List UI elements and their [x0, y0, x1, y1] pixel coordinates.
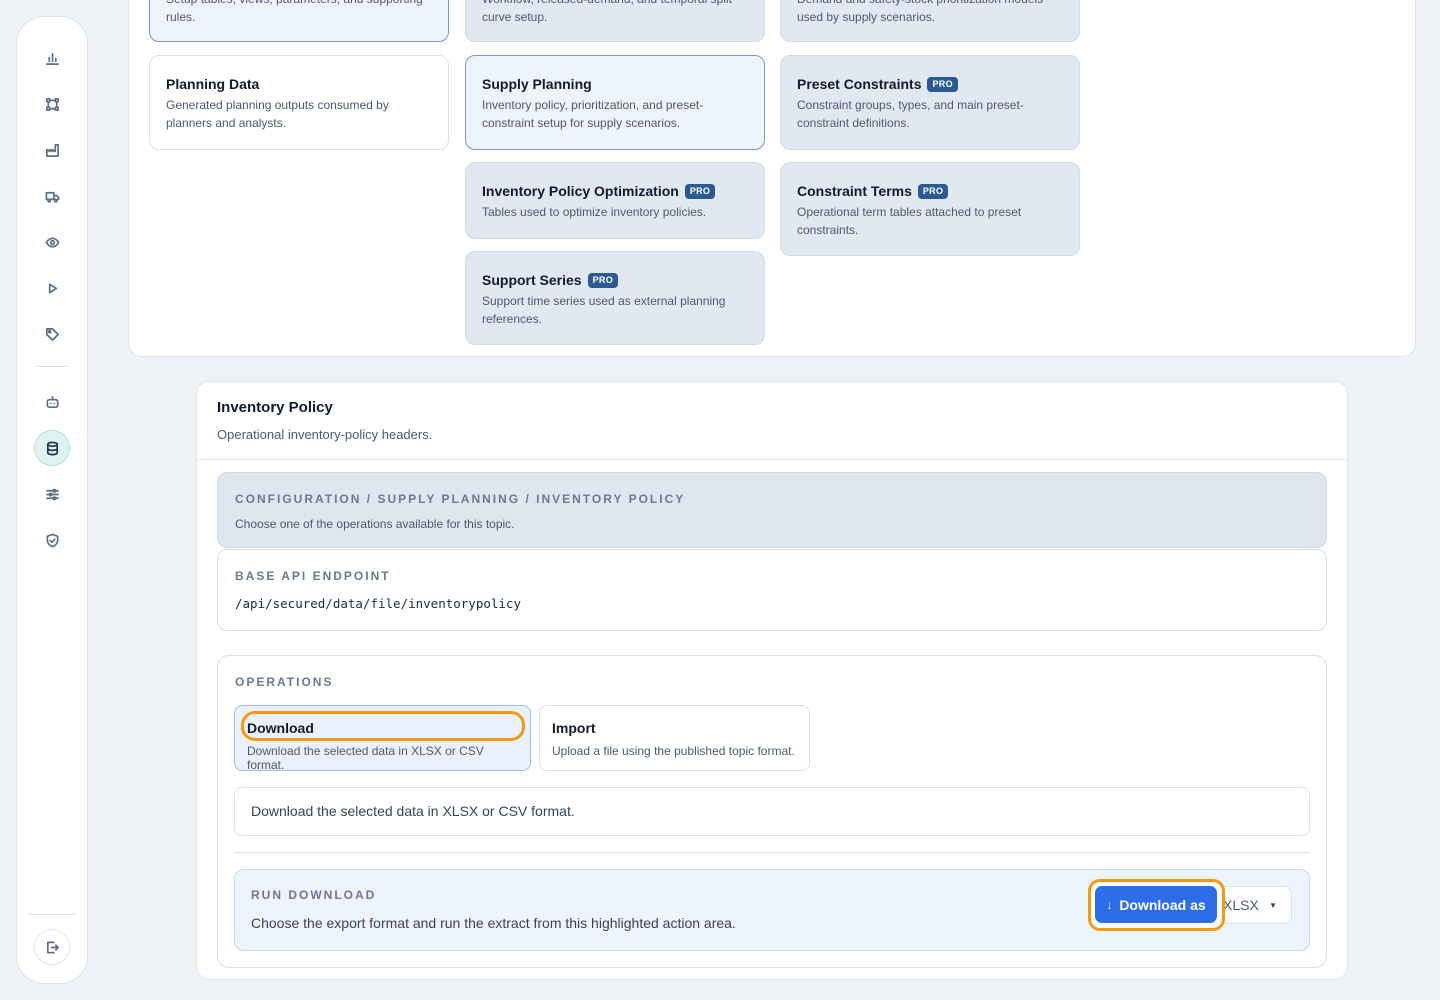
flow-icon — [45, 97, 59, 111]
bot-icon — [46, 395, 58, 408]
topic-card-support-series[interactable]: Support Series PRO Support time series us… — [465, 251, 765, 345]
download-as-button[interactable]: ↓ Download as — [1095, 886, 1217, 923]
logout-button[interactable] — [34, 929, 70, 965]
chart-icon — [45, 52, 59, 65]
play-icon — [48, 282, 57, 294]
pro-badge: PRO — [587, 272, 618, 288]
transport-nav-button[interactable] — [34, 178, 70, 214]
analytics-nav-button[interactable] — [34, 40, 70, 76]
factory-icon — [45, 143, 59, 157]
topic-card-desc: Tables used to optimize inventory polici… — [482, 205, 707, 219]
operations-label: OPERATIONS — [235, 675, 334, 689]
topic-card-constraint-terms[interactable]: Constraint Terms PRO Operational term tab… — [780, 162, 1080, 256]
topic-card-planning-data[interactable]: Planning Data Generated planning outputs… — [149, 55, 449, 150]
settings-nav-button[interactable] — [34, 476, 70, 512]
topic-card-preset-constraints[interactable]: Preset Constraints PRO Constraint groups,… — [780, 55, 1080, 150]
topic-card-desc: Operational term tables attached to pres… — [797, 205, 1022, 237]
topic-card-desc: Inventory policy, prioritization, and pr… — [482, 98, 704, 130]
topic-card-desc: Generated planning outputs consumed by p… — [166, 98, 389, 130]
production-nav-button[interactable] — [34, 132, 70, 168]
data-nav-button[interactable] — [34, 430, 70, 466]
topic-card-desc: Workflow, released-demand, and temporal … — [482, 0, 732, 24]
page-title: Inventory Policy — [217, 399, 333, 416]
operations-divider — [234, 852, 1310, 853]
topic-card-prioritization[interactable]: Demand and safety-stock prioritization m… — [780, 0, 1080, 42]
header-divider — [197, 459, 1347, 460]
page-subtitle: Operational inventory-policy headers. — [217, 427, 433, 442]
sidebar — [16, 16, 88, 984]
operation-desc: Download the selected data in XLSX or CS… — [247, 744, 484, 772]
network-nav-button[interactable] — [34, 86, 70, 122]
monitoring-nav-button[interactable] — [34, 224, 70, 260]
pricing-nav-button[interactable] — [34, 316, 70, 352]
topic-card-desc: Demand and safety-stock prioritization m… — [797, 0, 1043, 24]
operation-desc: Upload a file using the published topic … — [552, 744, 795, 758]
breadcrumb-path: CONFIGURATION / SUPPLY PLANNING / INVENT… — [235, 492, 686, 506]
topic-card-title: Supply Planning — [482, 76, 592, 92]
download-button-label: Download as — [1119, 896, 1206, 913]
breadcrumb: CONFIGURATION / SUPPLY PLANNING / INVENT… — [217, 472, 1327, 548]
tag-icon — [45, 327, 59, 341]
topic-card-title: Support Series — [482, 272, 582, 288]
shield-icon — [46, 533, 58, 547]
endpoint-label: BASE API ENDPOINT — [235, 569, 391, 583]
topic-card-setup[interactable]: Setup tables, views, parameters, and sup… — [149, 0, 449, 42]
breadcrumb-hint: Choose one of the operations available f… — [235, 517, 515, 531]
pro-badge: PRO — [927, 76, 958, 92]
database-icon — [46, 441, 58, 455]
pro-badge: PRO — [917, 183, 949, 199]
topic-card-inventory-policy-optimization[interactable]: Inventory Policy Optimization PRO Tables … — [465, 162, 765, 239]
format-value: XLSX — [1223, 897, 1259, 913]
sidebar-bottom-divider — [29, 914, 75, 915]
operation-import[interactable]: Import Upload a file using the published… — [539, 705, 810, 771]
download-arrow-icon: ↓ — [1106, 897, 1113, 912]
topic-card-demand[interactable]: Workflow, released-demand, and temporal … — [465, 0, 765, 42]
topic-card-desc: Support time series used as external pla… — [482, 294, 726, 326]
operation-label: Download — [247, 720, 314, 736]
run-download-area: RUN DOWNLOAD Choose the export format an… — [234, 869, 1310, 951]
endpoint-value: /api/secured/data/file/inventorypolicy — [235, 596, 521, 611]
operation-label: Import — [552, 720, 596, 736]
logout-icon — [46, 941, 59, 953]
run-label: RUN DOWNLOAD — [251, 888, 377, 902]
operation-download[interactable]: Download Download the selected data in X… — [234, 705, 531, 772]
topic-card-supply-planning[interactable]: Supply Planning Inventory policy, priori… — [465, 55, 765, 150]
run-nav-button[interactable] — [34, 270, 70, 306]
sidebar-divider — [37, 366, 67, 367]
pro-badge: PRO — [684, 183, 716, 199]
topic-card-title: Preset Constraints — [797, 76, 922, 92]
topic-card-title: Constraint Terms — [797, 183, 912, 199]
assistant-nav-button[interactable] — [34, 384, 70, 420]
run-desc: Choose the export format and run the ext… — [251, 915, 736, 931]
truck-icon — [45, 191, 59, 203]
topic-card-title: Planning Data — [166, 76, 260, 92]
selected-operation-desc: Download the selected data in XLSX or CS… — [234, 787, 1310, 836]
endpoint-box: BASE API ENDPOINT /api/secured/data/file… — [217, 549, 1327, 631]
sliders-icon — [45, 488, 59, 500]
topic-card-title: Inventory Policy Optimization — [482, 183, 679, 199]
security-nav-button[interactable] — [34, 522, 70, 558]
topics-panel: Setup tables, views, parameters, and sup… — [128, 0, 1416, 357]
topic-card-desc: Setup tables, views, parameters, and sup… — [166, 0, 423, 24]
topic-detail-panel: Inventory Policy Operational inventory-p… — [196, 381, 1348, 980]
eye-icon — [45, 236, 59, 248]
operations-box: OPERATIONS Download Download the selecte… — [217, 655, 1327, 968]
topic-card-desc: Constraint groups, types, and main prese… — [797, 98, 1024, 130]
caret-down-icon: ▼ — [1269, 901, 1277, 910]
